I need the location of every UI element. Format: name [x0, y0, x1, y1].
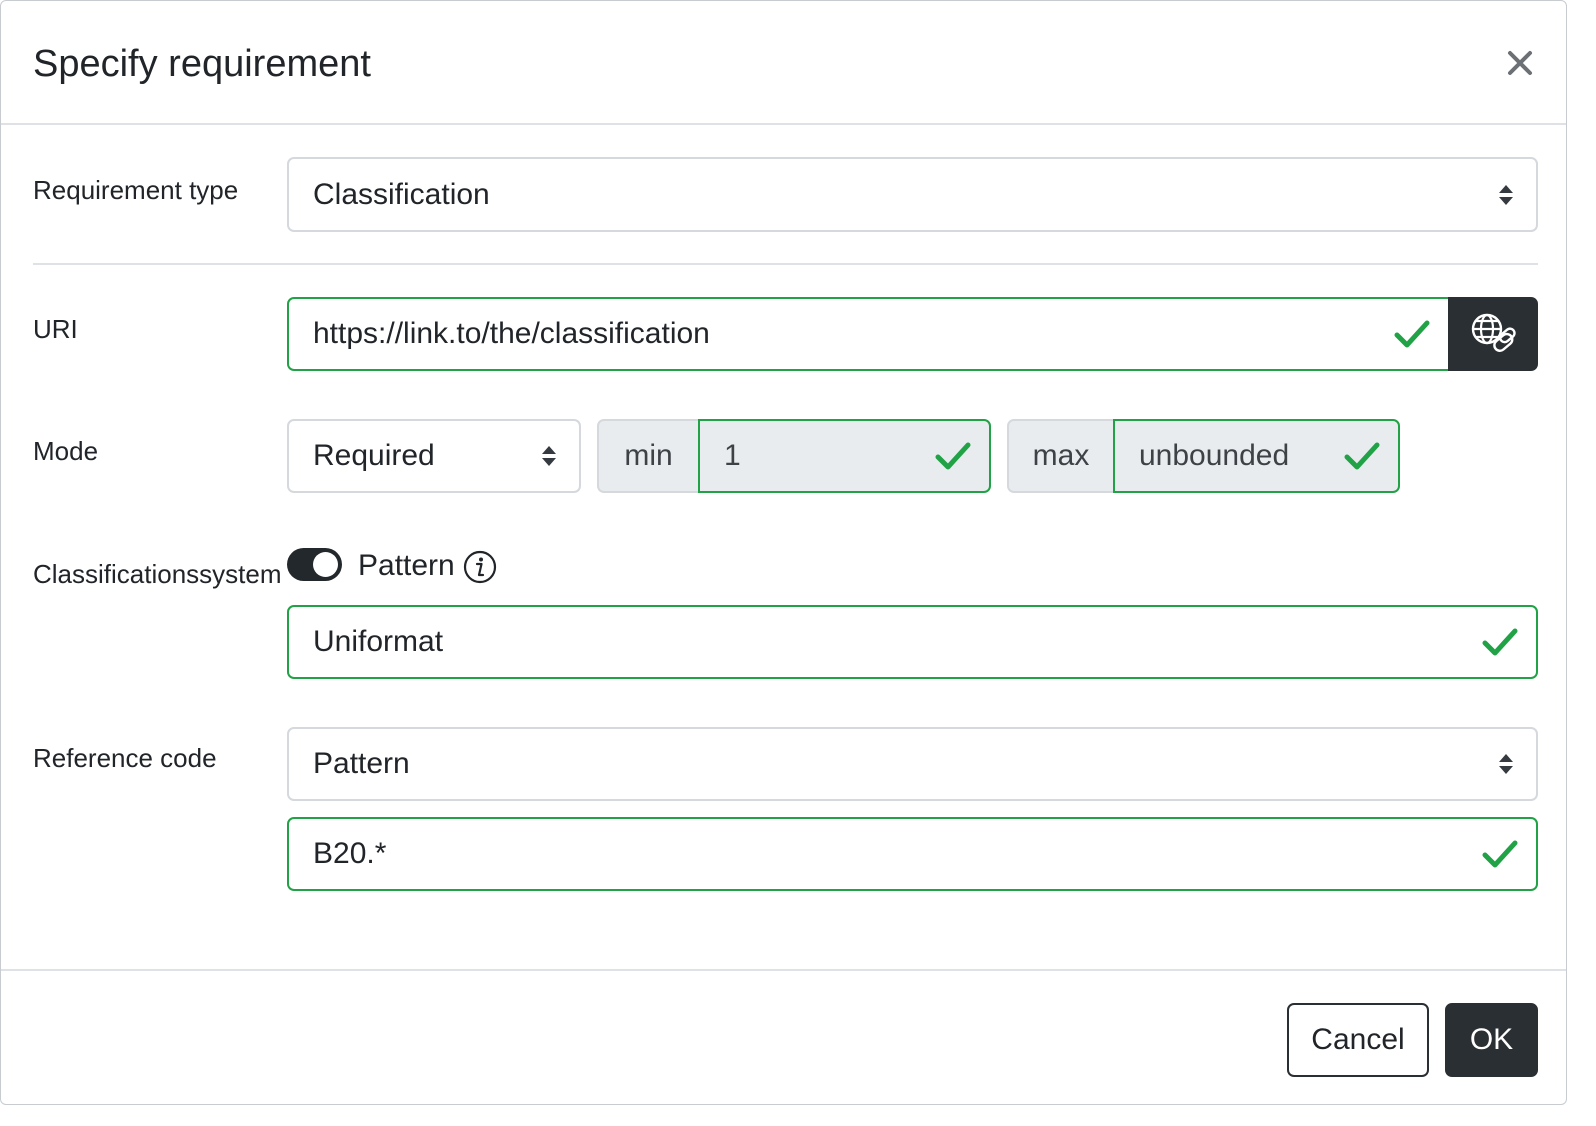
dialog-footer-divider — [1, 969, 1566, 971]
pattern-toggle-label: Pattern — [358, 549, 455, 582]
min-addon: min — [597, 419, 700, 493]
reference-code-label: Reference code — [33, 743, 217, 773]
toggle-knob — [313, 552, 338, 577]
classification-system-input[interactable]: Uniformat — [287, 605, 1538, 679]
globe-link-icon — [1471, 313, 1516, 352]
check-icon — [935, 442, 971, 470]
max-addon: max — [1007, 419, 1115, 493]
max-value: unbounded — [1139, 439, 1290, 472]
uri-input[interactable]: https://link.to/the/classification — [287, 297, 1450, 371]
cancel-button[interactable]: Cancel — [1287, 1003, 1429, 1077]
reference-code-value: B20.* — [313, 837, 387, 870]
specify-requirement-dialog: Specify requirement Requirement type Cla… — [0, 0, 1567, 1105]
classification-system-label: Classificationssystem — [33, 559, 282, 589]
classification-system-value: Uniformat — [313, 625, 444, 658]
min-value: 1 — [724, 439, 741, 472]
sort-arrows-icon — [1499, 754, 1513, 774]
check-icon — [1482, 628, 1518, 656]
sort-arrows-icon — [1499, 184, 1513, 205]
reference-code-mode-value: Pattern — [313, 747, 410, 780]
ok-button[interactable]: OK — [1445, 1003, 1538, 1077]
dialog-title: Specify requirement — [33, 43, 371, 85]
mode-value: Required — [313, 439, 435, 472]
link-button[interactable] — [1448, 297, 1538, 371]
max-input[interactable]: unbounded — [1113, 419, 1400, 493]
uri-value: https://link.to/the/classification — [313, 317, 710, 350]
check-icon — [1344, 442, 1380, 470]
dialog-header: Specify requirement — [1, 1, 1566, 125]
info-icon[interactable] — [463, 550, 497, 584]
pattern-toggle[interactable] — [287, 548, 342, 581]
min-input[interactable]: 1 — [698, 419, 991, 493]
close-icon — [1508, 51, 1532, 75]
requirement-type-label: Requirement type — [33, 175, 239, 205]
check-icon — [1482, 840, 1518, 868]
close-button[interactable] — [1500, 43, 1540, 83]
reference-code-input[interactable]: B20.* — [287, 817, 1538, 891]
requirement-type-select[interactable]: Classification — [287, 157, 1538, 232]
mode-select[interactable]: Required — [287, 419, 581, 493]
reference-code-mode-select[interactable]: Pattern — [287, 727, 1538, 801]
divider — [33, 263, 1538, 265]
check-icon — [1394, 320, 1430, 348]
requirement-type-value: Classification — [313, 177, 490, 211]
uri-label: URI — [33, 314, 78, 344]
sort-arrows-icon — [542, 446, 556, 466]
mode-label: Mode — [33, 436, 99, 466]
